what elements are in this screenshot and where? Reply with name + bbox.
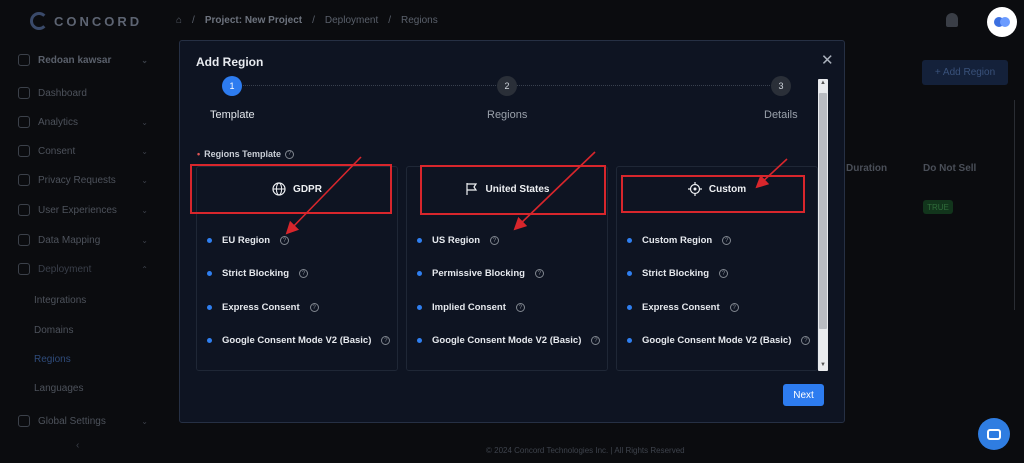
help-icon[interactable]: ? xyxy=(285,149,295,159)
chevron-up-icon: ⌃ xyxy=(141,264,148,274)
highlight-box-custom xyxy=(621,175,805,213)
sidebar-item-analytics[interactable]: Analytics ⌄ xyxy=(18,116,148,128)
help-icon[interactable]: ? xyxy=(591,336,601,345)
deployment-icon xyxy=(18,263,30,275)
concord-logo-icon xyxy=(30,12,48,30)
sidebar-item-privacy-requests[interactable]: Privacy Requests ⌄ xyxy=(18,174,148,186)
help-icon[interactable]: ? xyxy=(309,303,319,312)
scroll-up-icon[interactable]: ▲ xyxy=(820,80,826,86)
breadcrumb-regions: Regions xyxy=(401,15,438,26)
chat-icon xyxy=(987,428,1001,440)
notification-bell-icon[interactable] xyxy=(946,13,958,27)
gear-icon xyxy=(18,415,30,427)
user-icon xyxy=(18,54,30,66)
step-1-label: Template xyxy=(210,109,255,121)
sidebar-item-global-settings[interactable]: Global Settings ⌄ xyxy=(18,415,148,427)
list-item: EU Region? xyxy=(207,235,290,246)
list-item: Google Consent Mode V2 (Basic)? xyxy=(207,335,391,346)
column-header-duration: Duration xyxy=(846,163,888,174)
column-header-do-not-sell: Do Not Sell xyxy=(923,163,977,174)
breadcrumb: ⌂ / Project: New Project / Deployment / … xyxy=(176,15,438,26)
status-badge: TRUE xyxy=(923,200,953,214)
highlight-box-gdpr xyxy=(190,164,392,214)
list-item: US Region? xyxy=(417,235,500,246)
step-2-label: Regions xyxy=(487,109,528,121)
add-region-button[interactable]: + Add Region xyxy=(922,60,1008,85)
regions-template-label: • Regions Template ? xyxy=(197,149,295,159)
step-3-indicator[interactable]: 3 xyxy=(771,76,791,96)
scroll-down-icon[interactable]: ▼ xyxy=(820,362,826,368)
footer-copyright: © 2024 Concord Technologies Inc. | All R… xyxy=(486,446,685,455)
list-item: Implied Consent? xyxy=(417,302,525,313)
sidebar-item-deployment[interactable]: Deployment ⌃ xyxy=(18,263,148,275)
list-item: Strict Blocking? xyxy=(627,268,729,279)
consent-icon xyxy=(18,145,30,157)
chevron-down-icon: ⌄ xyxy=(141,416,148,426)
scrollbar-thumb[interactable] xyxy=(819,93,827,329)
list-item: Permissive Blocking? xyxy=(417,268,544,279)
step-1-indicator[interactable]: 1 xyxy=(222,76,242,96)
step-3-label: Details xyxy=(764,109,798,121)
help-icon[interactable]: ? xyxy=(722,236,732,245)
list-item: Google Consent Mode V2 (Basic)? xyxy=(417,335,601,346)
help-icon[interactable]: ? xyxy=(280,236,290,245)
breadcrumb-deployment[interactable]: Deployment xyxy=(325,15,378,26)
required-marker: • xyxy=(197,149,201,159)
sidebar-subitem-languages[interactable]: Languages xyxy=(34,383,84,394)
chevron-down-icon: ⌄ xyxy=(141,55,148,65)
modal-scrollbar[interactable]: ▲ ▼ xyxy=(818,79,828,371)
help-icon[interactable]: ? xyxy=(801,336,811,345)
help-icon[interactable]: ? xyxy=(299,269,309,278)
help-icon[interactable]: ? xyxy=(719,269,729,278)
list-item: Strict Blocking? xyxy=(207,268,309,279)
modal-title: Add Region xyxy=(196,55,264,69)
step-2-indicator[interactable]: 2 xyxy=(497,76,517,96)
dashboard-icon xyxy=(18,87,30,99)
sidebar-subitem-integrations[interactable]: Integrations xyxy=(34,295,86,306)
sidebar-item-dashboard[interactable]: Dashboard xyxy=(18,87,148,99)
chevron-down-icon: ⌄ xyxy=(141,235,148,245)
top-bar: CONCORD ⌂ / Project: New Project / Deplo… xyxy=(0,0,1024,42)
help-icon[interactable]: ? xyxy=(490,236,500,245)
highlight-box-united-states xyxy=(420,165,606,215)
sidebar-subitem-regions[interactable]: Regions xyxy=(34,354,71,365)
breadcrumb-project[interactable]: Project: New Project xyxy=(205,15,302,26)
analytics-icon xyxy=(18,116,30,128)
next-button[interactable]: Next xyxy=(783,384,824,406)
chat-support-button[interactable] xyxy=(978,418,1010,450)
chevron-down-icon: ⌄ xyxy=(141,146,148,156)
chevron-down-icon: ⌄ xyxy=(141,175,148,185)
chevron-down-icon: ⌄ xyxy=(141,205,148,215)
list-item: Express Consent? xyxy=(207,302,319,313)
sidebar-item-consent[interactable]: Consent ⌄ xyxy=(18,145,148,157)
help-icon[interactable]: ? xyxy=(534,269,544,278)
sidebar-user[interactable]: Redoan kawsar ⌄ xyxy=(18,54,148,66)
sidebar: Redoan kawsar ⌄ Dashboard Analytics ⌄ Co… xyxy=(0,42,160,463)
avatar[interactable] xyxy=(987,7,1017,37)
help-icon[interactable]: ? xyxy=(515,303,525,312)
list-item: Express Consent? xyxy=(627,302,739,313)
experience-icon xyxy=(18,204,30,216)
shield-icon xyxy=(18,174,30,186)
list-item: Google Consent Mode V2 (Basic)? xyxy=(627,335,811,346)
chevron-down-icon: ⌄ xyxy=(141,117,148,127)
help-icon[interactable]: ? xyxy=(381,336,391,345)
collapse-sidebar-icon[interactable]: ‹ xyxy=(76,440,79,451)
logo-text: CONCORD xyxy=(54,13,143,29)
logo[interactable]: CONCORD xyxy=(30,12,142,30)
data-mapping-icon xyxy=(18,234,30,246)
home-icon[interactable]: ⌂ xyxy=(176,15,182,26)
sidebar-subitem-domains[interactable]: Domains xyxy=(34,325,73,336)
sidebar-item-user-experiences[interactable]: User Experiences ⌄ xyxy=(18,204,148,216)
close-icon[interactable]: ✕ xyxy=(821,51,834,69)
help-icon[interactable]: ? xyxy=(729,303,739,312)
add-region-modal: Add Region ✕ 1 2 3 Template Regions Deta… xyxy=(179,40,845,423)
sidebar-item-data-mapping[interactable]: Data Mapping ⌄ xyxy=(18,234,148,246)
list-item: Custom Region? xyxy=(627,235,732,246)
